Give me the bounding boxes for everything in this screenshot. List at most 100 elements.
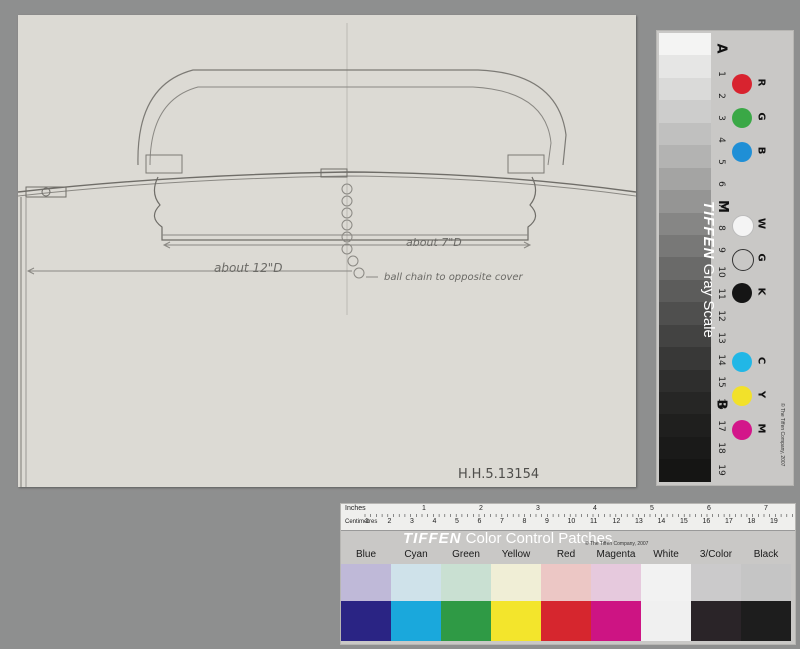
gray-letter: M [714, 200, 730, 213]
light-patch [491, 564, 541, 601]
gray-step-number: 3 [716, 115, 726, 121]
color-dot [732, 74, 752, 94]
ruler-ticks [364, 514, 793, 517]
gray-step [659, 122, 711, 146]
gray-step-number: 11 [716, 288, 726, 300]
gray-step-number: 15 [716, 376, 726, 388]
gray-step [659, 55, 711, 78]
dark-patch [541, 601, 591, 641]
ruler-cm-number: 2 [387, 518, 392, 525]
ruler-cm-number: 10 [567, 518, 576, 525]
ruler-cm-number: 4 [432, 518, 437, 525]
gray-step [659, 392, 711, 415]
light-patch [691, 564, 741, 601]
color-patches-title: TIFFEN Color Control Patches [403, 530, 613, 547]
dark-patch [391, 601, 441, 641]
color-dot [732, 386, 752, 406]
ruler-cm-number: 14 [657, 518, 666, 525]
color-dot-label: W [755, 217, 767, 230]
gray-step [659, 414, 711, 437]
ruler-cm-number: 17 [725, 518, 733, 525]
color-dot-label: B [755, 146, 767, 155]
dark-patch [741, 601, 791, 641]
ruler: Inches Centimetres 123456781234567891011… [341, 504, 795, 531]
gray-step-number: 12 [716, 310, 726, 322]
gray-step [659, 436, 711, 460]
gray-step [659, 100, 711, 123]
gray-step [659, 369, 711, 392]
ruler-cm-number: 12 [612, 518, 621, 525]
patch-name: Green [452, 549, 480, 560]
light-patch [441, 564, 491, 601]
patch-name: White [653, 549, 679, 560]
gray-step-number: 8 [716, 225, 726, 231]
color-dot [732, 352, 752, 372]
gray-letter: B [713, 399, 729, 410]
dark-patch [341, 601, 391, 641]
gray-step [659, 33, 711, 56]
gray-step [659, 347, 711, 370]
light-patch [541, 564, 591, 601]
dark-patch [641, 601, 691, 641]
ruler-cm-number: 6 [477, 518, 482, 525]
ruler-cm-number: 19 [770, 518, 778, 525]
dark-patches [341, 601, 795, 641]
dim-large-label: about 12"D [214, 261, 282, 275]
patch-name: Black [753, 549, 779, 560]
color-dot [732, 215, 754, 237]
gray-step-number: 19 [716, 464, 726, 476]
dark-patch [491, 601, 541, 641]
pencil-drawing: about 7"D about 12"D ball chain to oppos… [18, 23, 636, 487]
gray-step-number: 2 [716, 93, 726, 99]
ruler-cm-number: 9 [545, 518, 549, 525]
gray-scale-card: TIFFEN Gray Scale © The Tiffen Company, … [656, 30, 794, 486]
dark-patch [591, 601, 641, 641]
gray-step-number: 17 [716, 420, 726, 432]
gray-scale-title: TIFFEN Gray Scale [700, 201, 717, 338]
ruler-cm-number: 11 [590, 518, 598, 525]
light-patch [741, 564, 791, 601]
ruler-inch-number: 7 [764, 505, 768, 512]
gray-step-number: 6 [716, 181, 726, 187]
patch-name: Blue [355, 549, 376, 560]
patch-names: Blue Cyan Green Yellow Red Magenta White 3/Colo… [341, 549, 795, 563]
color-dot-label: K [755, 287, 767, 296]
gray-step [659, 145, 711, 168]
light-patch [341, 564, 391, 601]
color-dot [732, 249, 754, 271]
drawing-sheet: about 7"D about 12"D ball chain to oppos… [18, 15, 636, 487]
dim-small-label: about 7"D [406, 236, 462, 249]
gray-step-number: 5 [716, 159, 726, 165]
patch-name: 3/Color [699, 549, 733, 560]
patch-name: Cyan [404, 549, 428, 560]
ruler-cm-number: 18 [747, 518, 756, 525]
ruler-cm-number: 7 [500, 518, 504, 525]
ruler-inch-number: 4 [593, 505, 597, 512]
gray-step-number: 14 [716, 354, 726, 366]
ruler-cm-number: 3 [410, 518, 414, 525]
gray-step-number: 18 [716, 442, 726, 454]
color-dot [732, 142, 752, 162]
gray-step [659, 459, 711, 482]
patch-name: Red [556, 549, 576, 560]
color-dot-label: C [755, 356, 767, 365]
color-patches-card: Inches Centimetres 123456781234567891011… [340, 503, 796, 645]
color-dot-label: M [755, 423, 767, 434]
ruler-inch-number: 2 [479, 505, 483, 512]
color-dot [732, 108, 752, 128]
gray-step [659, 77, 711, 101]
color-dot-label: Y [755, 390, 767, 399]
color-dot-label: G [755, 112, 767, 121]
ruler-inch-number: 3 [536, 505, 540, 512]
gray-scale-copyright: © The Tiffen Company, 2007 [779, 403, 785, 467]
gray-step-number: 10 [716, 266, 726, 278]
chain-note: ball chain to opposite cover [384, 272, 524, 283]
ruler-cm-number: 1 [365, 518, 369, 525]
ruler-cm-number: 8 [522, 518, 527, 525]
light-patch [591, 564, 641, 601]
gray-step-number: 4 [716, 137, 726, 143]
color-dot-label: G [755, 253, 767, 262]
color-patches-copyright: © The Tiffen Company, 2007 [585, 541, 649, 547]
catalog-number: H.H.5.13154 [458, 467, 539, 482]
color-dot [732, 283, 752, 303]
